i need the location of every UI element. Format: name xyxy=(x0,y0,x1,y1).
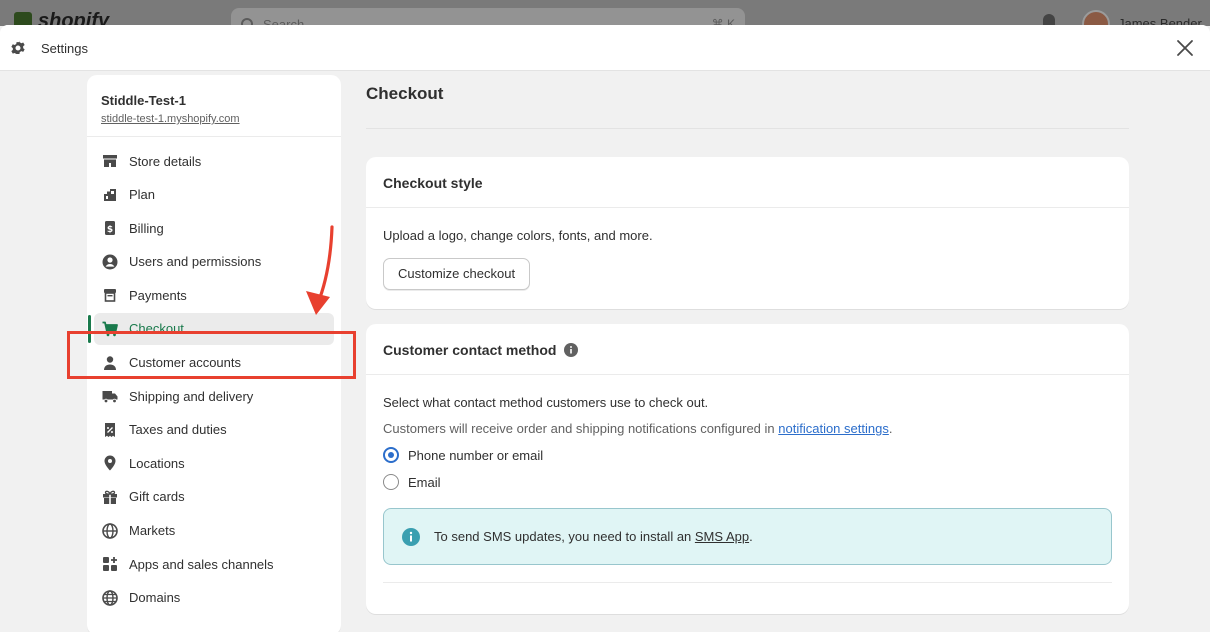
sidebar-item-payments[interactable]: Payments xyxy=(94,279,334,311)
avatar[interactable] xyxy=(1082,10,1110,26)
sidebar-item-label: Plan xyxy=(129,187,156,203)
note-suffix: . xyxy=(888,421,893,436)
contact-method-description: Select what contact method customers use… xyxy=(383,395,709,410)
sidebar-item-shipping[interactable]: Shipping and delivery xyxy=(94,380,334,412)
radio-email[interactable]: Email xyxy=(383,474,1112,490)
store-name: Stiddle-Test-1 xyxy=(101,93,186,108)
globe-icon xyxy=(101,522,119,540)
notification-note: Customers will receive order and shippin… xyxy=(383,421,1112,436)
sidebar-item-label: Taxes and duties xyxy=(129,422,227,438)
sidebar-item-label: Markets xyxy=(129,523,176,539)
gift-icon xyxy=(101,488,119,506)
info-icon xyxy=(402,527,420,546)
shopify-bag-icon xyxy=(14,11,32,26)
billing-icon: $ xyxy=(101,219,119,237)
sidebar-item-label: Domains xyxy=(129,590,181,606)
plan-icon xyxy=(101,186,119,204)
contact-method-card: Customer contact method Select what cont… xyxy=(366,324,1129,614)
page-title: Checkout xyxy=(366,84,444,103)
card-heading-text: Checkout style xyxy=(383,175,483,191)
checkout-style-description: Upload a logo, change colors, fonts, and… xyxy=(383,228,653,243)
sidebar-item-label: Users and permissions xyxy=(129,254,262,270)
customize-checkout-button[interactable]: Customize checkout xyxy=(383,258,531,290)
store-url-link[interactable]: stiddle-test-1.myshopify.com xyxy=(101,113,327,125)
sidebar-item-label: Billing xyxy=(129,220,164,236)
payments-icon xyxy=(101,286,119,304)
title-divider xyxy=(366,128,1129,129)
radio-label: Phone number or email xyxy=(408,447,544,463)
annotation-arrow-icon xyxy=(306,225,334,315)
admin-search-bar[interactable]: Search ⌘ K xyxy=(231,8,745,26)
checkout-style-card: Checkout style Upload a logo, change col… xyxy=(366,157,1129,309)
admin-topbar: shopify Search ⌘ K James Bender xyxy=(0,0,1210,26)
banner-text: To send SMS updates, you need to install… xyxy=(434,529,753,544)
close-icon[interactable] xyxy=(1176,39,1194,57)
svg-text:$: $ xyxy=(107,225,113,235)
location-pin-icon xyxy=(101,454,119,472)
note-text: Customers will receive order and shippin… xyxy=(383,421,779,436)
sidebar-item-taxes[interactable]: Taxes and duties xyxy=(94,414,334,446)
sidebar-item-domains[interactable]: Domains xyxy=(94,582,334,614)
sms-info-banner: To send SMS updates, you need to install… xyxy=(383,508,1112,565)
store-info: Stiddle-Test-1 stiddle-test-1.myshopify.… xyxy=(87,75,341,137)
apps-icon xyxy=(101,555,119,573)
sidebar-item-plan[interactable]: Plan xyxy=(94,179,334,211)
sidebar-item-label: Payments xyxy=(129,287,187,303)
radio-phone-or-email[interactable]: Phone number or email xyxy=(383,447,1112,463)
annotation-highlight-box xyxy=(67,331,356,379)
sidebar-item-label: Locations xyxy=(129,455,185,471)
sidebar-item-gift-cards[interactable]: Gift cards xyxy=(94,481,334,513)
contact-method-heading: Customer contact method xyxy=(366,324,1129,375)
radio-label: Email xyxy=(408,474,441,490)
sidebar-item-billing[interactable]: $ Billing xyxy=(94,212,334,244)
truck-icon xyxy=(101,387,119,405)
sidebar-item-apps[interactable]: Apps and sales channels xyxy=(94,548,334,580)
settings-title: Settings xyxy=(41,41,88,56)
sidebar-item-users[interactable]: Users and permissions xyxy=(94,246,334,278)
checkout-style-heading: Checkout style xyxy=(366,157,1129,208)
tax-receipt-icon xyxy=(101,421,119,439)
settings-header: Settings xyxy=(0,25,1210,71)
user-circle-icon xyxy=(101,253,119,271)
sidebar-item-label: Shipping and delivery xyxy=(129,388,254,404)
checkout-style-body: Upload a logo, change colors, fonts, and… xyxy=(366,208,1129,290)
shopify-logo: shopify xyxy=(14,10,109,26)
radio-unchecked-icon[interactable] xyxy=(383,474,399,490)
sidebar-item-markets[interactable]: Markets xyxy=(94,515,334,547)
card-divider xyxy=(383,582,1112,583)
sidebar-item-label: Store details xyxy=(129,153,202,169)
notification-settings-link[interactable]: notification settings xyxy=(778,421,889,436)
sidebar-item-locations[interactable]: Locations xyxy=(94,447,334,479)
radio-checked-icon[interactable] xyxy=(383,447,399,463)
store-icon xyxy=(101,152,119,170)
contact-method-body: Select what contact method customers use… xyxy=(366,375,1129,583)
card-heading-text: Customer contact method xyxy=(383,342,557,358)
sidebar-item-label: Apps and sales channels xyxy=(129,556,274,572)
info-icon[interactable] xyxy=(564,343,579,357)
gear-icon xyxy=(11,40,25,55)
sidebar-item-store-details[interactable]: Store details xyxy=(94,145,334,177)
sidebar-item-label: Gift cards xyxy=(129,489,185,505)
sms-app-link[interactable]: SMS App xyxy=(695,529,749,544)
domain-globe-icon xyxy=(101,589,119,607)
